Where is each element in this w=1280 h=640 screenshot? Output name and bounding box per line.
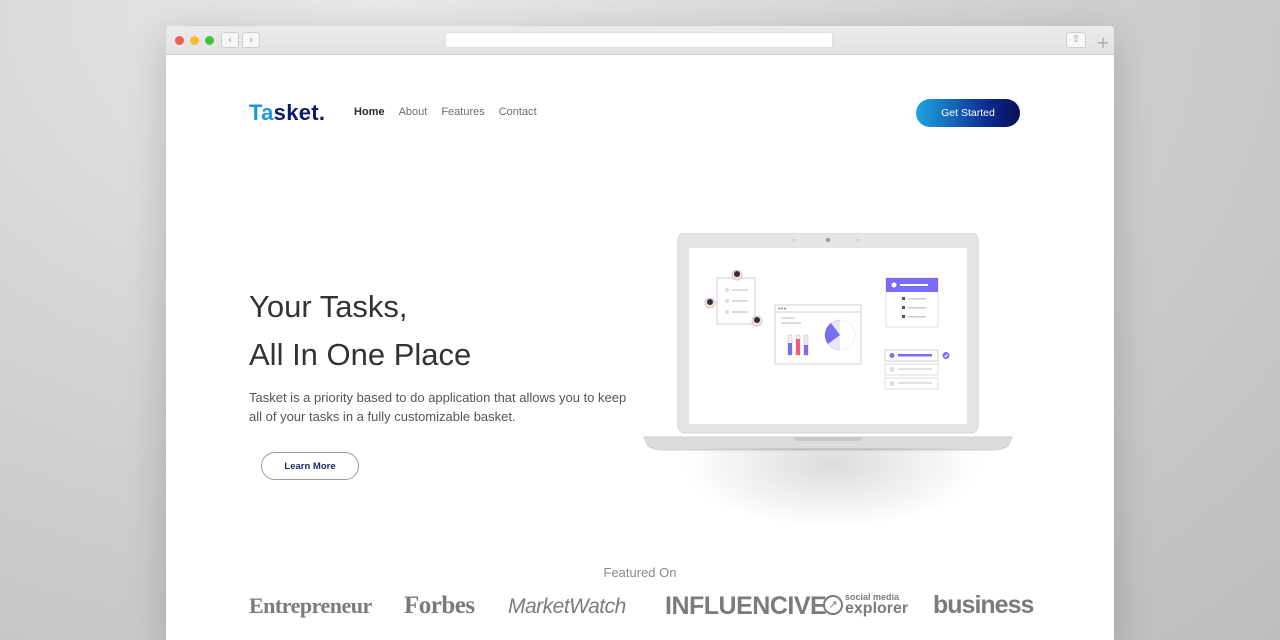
chevron-right-icon[interactable]: › [242, 32, 260, 48]
get-started-button[interactable]: Get Started [916, 99, 1020, 127]
address-bar[interactable] [445, 32, 833, 48]
share-icon[interactable]: ⇧ [1066, 32, 1086, 48]
browser-toolbar: ‹ › ⇧ + [166, 26, 1114, 55]
featured-title: Featured On [603, 565, 677, 580]
browser-window: ‹ › ⇧ + Tasket. Home About Features Cont… [166, 26, 1114, 640]
chart-card [774, 304, 862, 365]
hero-headline: Your Tasks, All In One Place [249, 283, 471, 379]
forbes-logo: Forbes [404, 592, 475, 619]
list-card [885, 277, 939, 328]
laptop-shadow [682, 448, 982, 528]
nav-home[interactable]: Home [354, 106, 385, 118]
minimize-window-button[interactable] [190, 36, 199, 45]
business-text: business [933, 591, 1034, 619]
featured-logos: Entrepreneur Forbes MarketWatch INFLUENC… [249, 589, 1034, 623]
nav-features[interactable]: Features [441, 106, 484, 118]
nav-about[interactable]: About [399, 106, 428, 118]
headline-line-1: Your Tasks, [249, 289, 408, 324]
laptop-illustration [642, 232, 1014, 533]
maximize-window-button[interactable] [205, 36, 214, 45]
logo-part-2: sket. [273, 100, 326, 125]
learn-more-button[interactable]: Learn More [261, 452, 359, 480]
nav-contact[interactable]: Contact [499, 106, 537, 118]
hero-description: Tasket is a priority based to do applica… [249, 390, 627, 424]
social-media-explorer-logo: ↗ social media explorer [823, 593, 909, 617]
main-nav: Home About Features Contact [354, 106, 537, 118]
headline-line-2: All In One Place [249, 337, 472, 372]
business-logo: business [933, 591, 1034, 620]
logo-part-1: Ta [249, 100, 274, 125]
compass-icon: ↗ [823, 594, 843, 615]
close-window-button[interactable] [175, 36, 184, 45]
entrepreneur-logo: Entrepreneur [249, 593, 372, 618]
plus-icon[interactable]: + [1094, 34, 1112, 52]
page-content: Tasket. Home About Features Contact Get … [166, 55, 1114, 640]
chevron-left-icon[interactable]: ‹ [221, 32, 239, 48]
influencive-logo: INFLUENCIVE [665, 592, 827, 620]
sme-line-2: explorer [845, 600, 909, 617]
site-logo[interactable]: Tasket. [249, 100, 325, 126]
marketwatch-logo: MarketWatch [508, 595, 626, 618]
